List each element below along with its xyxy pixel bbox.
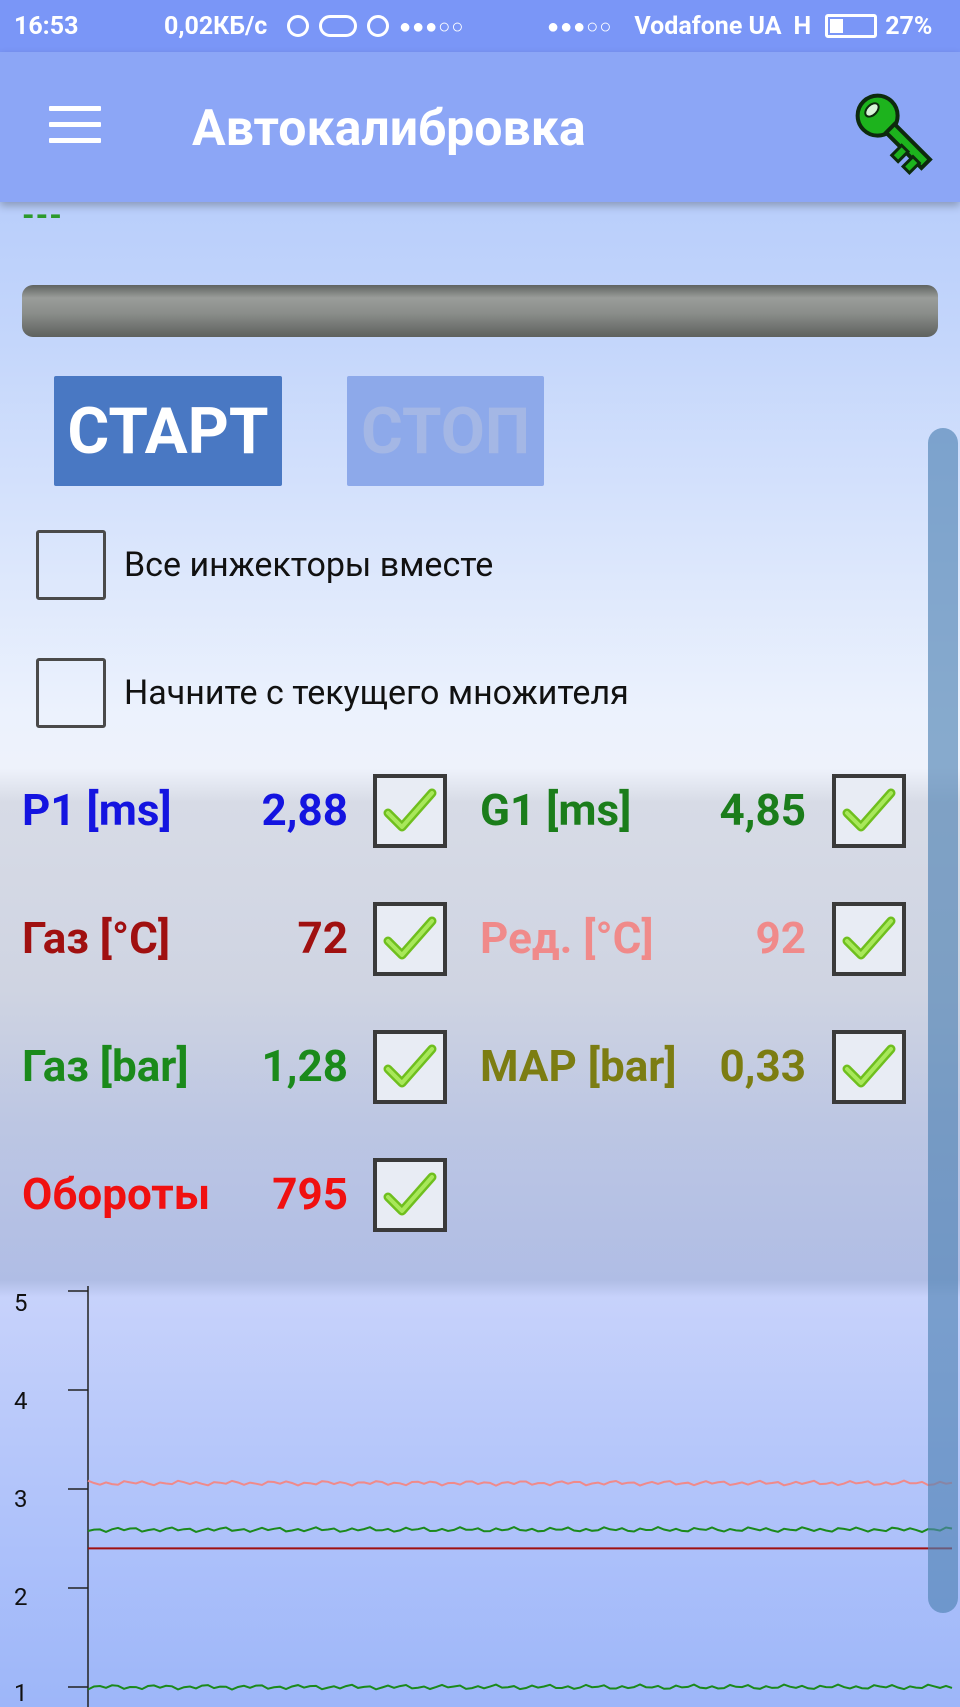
option-all-injectors[interactable]: Все инжекторы вместе — [36, 530, 493, 600]
param-checkbox[interactable] — [832, 1030, 906, 1104]
param-checkbox[interactable] — [373, 1158, 447, 1232]
signal-strength-2: ●●●○○ — [547, 13, 613, 38]
param-label: Ред. [°C] — [480, 912, 654, 964]
progress-bar — [22, 285, 938, 337]
vpn-icon — [319, 15, 357, 37]
option-label: Начните с текущего множителя — [124, 673, 629, 713]
param-value: 1,28 — [261, 1040, 348, 1092]
stop-button[interactable]: СТОП — [347, 376, 544, 486]
signal-strength-1: ●●●○○ — [399, 13, 465, 38]
param-value: 4,85 — [719, 784, 806, 836]
series-line — [87, 1526, 953, 1534]
line-chart — [68, 1286, 953, 1707]
param-checkbox[interactable] — [373, 902, 447, 976]
param-checkbox[interactable] — [373, 774, 447, 848]
param-value: 0,33 — [719, 1040, 806, 1092]
param-value: 795 — [272, 1168, 348, 1220]
status-speed: 0,02КБ/с — [164, 11, 268, 41]
green-key-icon[interactable] — [850, 84, 942, 184]
hamburger-menu-icon[interactable] — [49, 106, 101, 146]
param-value: 2,88 — [261, 784, 348, 836]
status-carrier: Vodafone UA — [634, 11, 782, 41]
status-time: 16:53 — [14, 11, 79, 41]
option-label: Все инжекторы вместе — [124, 545, 494, 585]
alarm-icon — [367, 15, 389, 37]
option-start-from-current[interactable]: Начните с текущего множителя — [36, 658, 629, 728]
checkbox[interactable] — [36, 658, 106, 728]
param-label: Газ [°C] — [22, 912, 171, 964]
status-icons: ●●●○○ — [287, 14, 547, 39]
rotation-lock-icon — [287, 15, 309, 37]
scrollbar[interactable] — [928, 428, 958, 1613]
status-text: --- — [22, 196, 63, 234]
param-label: P1 [ms] — [22, 784, 172, 836]
param-label: Обороты — [22, 1168, 211, 1220]
param-label: G1 [ms] — [480, 784, 632, 836]
param-label: Газ [bar] — [22, 1040, 189, 1092]
param-value: 72 — [297, 912, 349, 964]
app-bar: Автокалибровка — [0, 52, 960, 202]
param-checkbox[interactable] — [373, 1030, 447, 1104]
checkbox[interactable] — [36, 530, 106, 600]
param-label: MAP [bar] — [480, 1040, 677, 1092]
param-checkbox[interactable] — [832, 902, 906, 976]
param-checkbox[interactable] — [832, 774, 906, 848]
start-button[interactable]: СТАРТ — [54, 376, 282, 486]
battery-percent: 27% — [885, 11, 933, 41]
status-bar: 16:53 0,02КБ/с ●●●○○ ●●●○○ Vodafone UA H… — [0, 0, 960, 52]
status-network: H — [793, 11, 812, 41]
battery-icon — [825, 14, 878, 38]
param-value: 92 — [755, 912, 807, 964]
series-line — [87, 1479, 953, 1487]
page-title: Автокалибровка — [192, 100, 586, 158]
series-line — [87, 1683, 953, 1691]
